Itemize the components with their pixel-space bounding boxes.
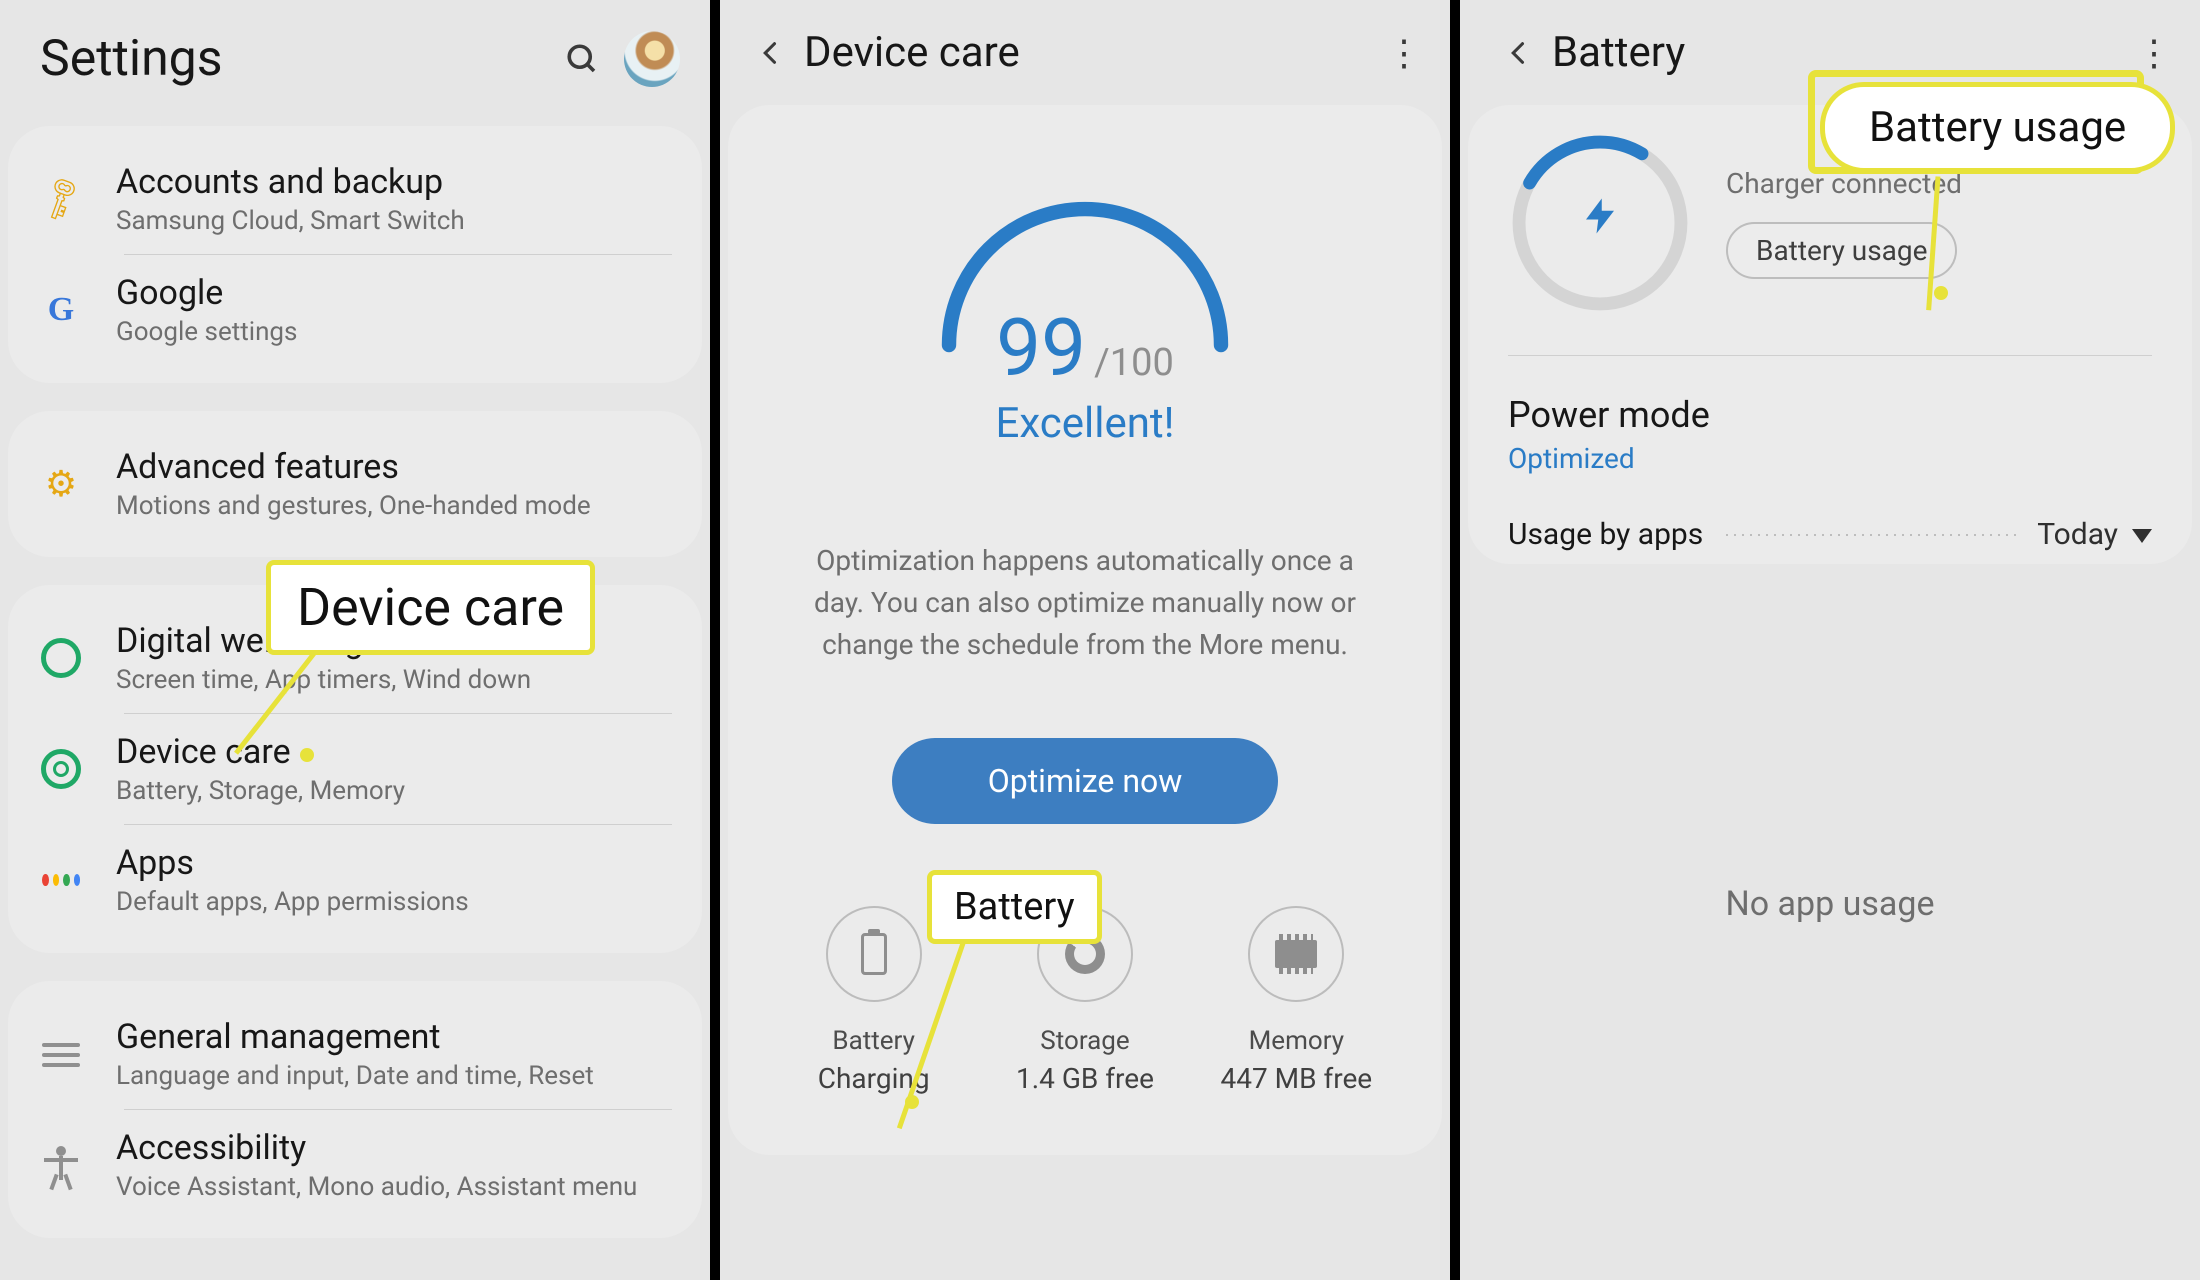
score-gauge (925, 183, 1245, 363)
device-care-header: Device care ⋮ (720, 0, 1450, 97)
back-icon[interactable] (1496, 30, 1542, 76)
device-care-body: 99 /100 Excellent! Optimization happens … (728, 105, 1442, 1155)
category-value: 1.4 GB free (1016, 1062, 1154, 1095)
setting-item-accessibility[interactable]: Accessibility Voice Assistant, Mono audi… (8, 1110, 702, 1220)
setting-title: Accessibility (116, 1128, 637, 1168)
usage-by-apps-row: Usage by apps Today (1468, 499, 2192, 564)
callout-battery: Battery (927, 870, 1102, 944)
category-name: Battery (832, 1026, 914, 1056)
callout-dot (905, 1095, 919, 1109)
device-care-icon (40, 748, 82, 790)
battery-hero-texts: Charger connected Battery usage (1726, 167, 1962, 279)
setting-item-accounts[interactable]: 🗝 Accounts and backup Samsung Cloud, Sma… (8, 144, 702, 254)
apps-icon (40, 859, 82, 901)
power-mode-label: Power mode (1508, 394, 2152, 436)
settings-title: Settings (40, 30, 564, 88)
key-icon: 🗝 (32, 170, 89, 227)
setting-subtitle: Voice Assistant, Mono audio, Assistant m… (116, 1172, 637, 1202)
usage-filter[interactable]: Today (2037, 517, 2118, 552)
score-label: Excellent! (995, 399, 1174, 448)
callout-dot (1934, 286, 1948, 300)
google-icon: G (40, 289, 82, 331)
optimize-button[interactable]: Optimize now (892, 738, 1279, 824)
setting-subtitle: Battery, Storage, Memory (116, 776, 405, 806)
more-icon[interactable]: ⋮ (1386, 32, 1422, 74)
accessibility-icon (40, 1144, 82, 1186)
callout-device-care: Device care (266, 560, 595, 655)
category-name: Memory (1249, 1026, 1344, 1056)
caret-down-icon[interactable] (2126, 525, 2152, 544)
setting-subtitle: Motions and gestures, One-handed mode (116, 491, 591, 521)
setting-title: Advanced features (116, 447, 591, 487)
no-usage-text: No app usage (1460, 884, 2200, 924)
wellbeing-icon (40, 637, 82, 679)
setting-subtitle: Language and input, Date and time, Reset (116, 1061, 594, 1091)
profile-avatar[interactable] (624, 31, 680, 87)
setting-item-general[interactable]: General management Language and input, D… (8, 999, 702, 1109)
setting-title: Apps (116, 843, 469, 883)
setting-title: Device care (116, 732, 405, 772)
device-care-panel: Device care ⋮ 99 /100 Excellent! Optimiz… (720, 0, 1460, 1280)
dotted-separator (1723, 534, 2017, 536)
setting-item-google[interactable]: G Google Google settings (8, 255, 702, 365)
setting-subtitle: Default apps, App permissions (116, 887, 469, 917)
memory-icon (1248, 906, 1344, 1002)
battery-usage-pill[interactable]: Battery usage (1726, 222, 1957, 279)
setting-subtitle: Google settings (116, 317, 297, 347)
settings-group: 🗝 Accounts and backup Samsung Cloud, Sma… (8, 126, 702, 383)
battery-panel: Battery ⋮ Charger connected Battery usag… (1460, 0, 2200, 1280)
callout-dot (300, 748, 314, 762)
settings-header: Settings (0, 0, 710, 112)
setting-item-advanced[interactable]: ⚙ Advanced features Motions and gestures… (8, 429, 702, 539)
more-icon[interactable]: ⋮ (2136, 32, 2172, 74)
optimization-description: Optimization happens automatically once … (795, 540, 1375, 666)
callout-battery-usage: Battery usage (1820, 82, 2175, 173)
setting-title: Accounts and backup (116, 162, 465, 202)
setting-item-device-care[interactable]: Device care Battery, Storage, Memory (8, 714, 702, 824)
settings-group: General management Language and input, D… (8, 981, 702, 1238)
search-icon[interactable] (564, 41, 600, 77)
back-icon[interactable] (748, 30, 794, 76)
settings-group: ⚙ Advanced features Motions and gestures… (8, 411, 702, 557)
setting-subtitle: Samsung Cloud, Smart Switch (116, 206, 465, 236)
usage-label: Usage by apps (1508, 517, 1703, 552)
gear-icon: ⚙ (40, 463, 82, 505)
power-mode-row[interactable]: Power mode Optimized (1468, 356, 2192, 499)
category-value: 447 MB free (1220, 1062, 1372, 1095)
power-mode-value: Optimized (1508, 442, 2152, 475)
setting-subtitle: Screen time, App timers, Wind down (116, 665, 531, 695)
setting-title: Google (116, 273, 297, 313)
setting-title: General management (116, 1017, 594, 1057)
battery-icon (826, 906, 922, 1002)
category-name: Storage (1040, 1026, 1129, 1056)
sliders-icon (40, 1033, 82, 1075)
setting-item-apps[interactable]: Apps Default apps, App permissions (8, 825, 702, 935)
category-memory[interactable]: Memory 447 MB free (1192, 906, 1401, 1095)
battery-ring (1508, 131, 1692, 315)
device-care-title: Device care (804, 28, 1386, 77)
